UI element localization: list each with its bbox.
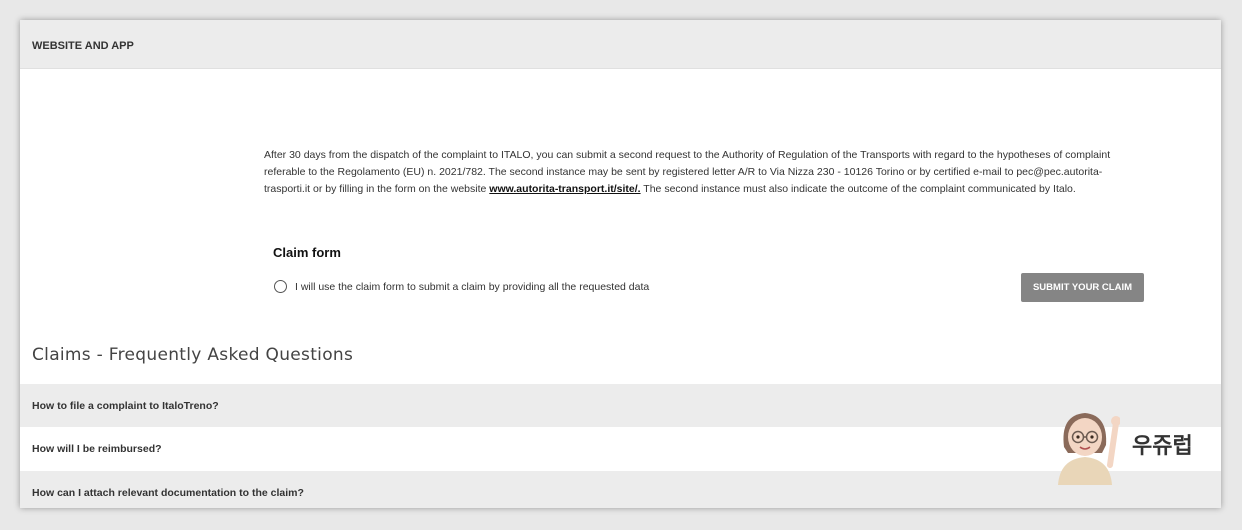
faq-item[interactable]: How can I attach relevant documentation … (20, 471, 1221, 508)
faq-item[interactable]: How will I be reimbursed? (20, 427, 1221, 470)
page-frame: WEBSITE AND APP After 30 days from the d… (20, 20, 1221, 508)
second-instance-info: After 30 days from the dispatch of the c… (264, 147, 1144, 198)
watermark-text: 우쥬럽 (1132, 434, 1193, 459)
claim-form-option[interactable]: I will use the claim form to submit a cl… (274, 280, 649, 293)
waving-woman-avatar-icon (1058, 413, 1120, 485)
authority-website-link[interactable]: www.autorita-transport.it/site/. (489, 183, 640, 195)
faq-item[interactable]: How to file a complaint to ItaloTreno? (20, 384, 1221, 427)
claim-form-title: Claim form (273, 245, 341, 260)
claim-form-radio[interactable] (274, 280, 287, 293)
faq-question: How to file a complaint to ItaloTreno? (32, 400, 219, 412)
faq-question: How will I be reimbursed? (32, 443, 162, 455)
submit-claim-button[interactable]: SUBMIT YOUR CLAIM (1021, 273, 1144, 302)
section-title: WEBSITE AND APP (32, 40, 134, 52)
faq-title: Claims - Frequently Asked Questions (32, 345, 354, 365)
info-text-after: The second instance must also indicate t… (640, 183, 1076, 195)
section-header[interactable]: WEBSITE AND APP (20, 20, 1221, 69)
faq-question: How can I attach relevant documentation … (32, 487, 304, 499)
claim-form-radio-label: I will use the claim form to submit a cl… (295, 280, 650, 293)
